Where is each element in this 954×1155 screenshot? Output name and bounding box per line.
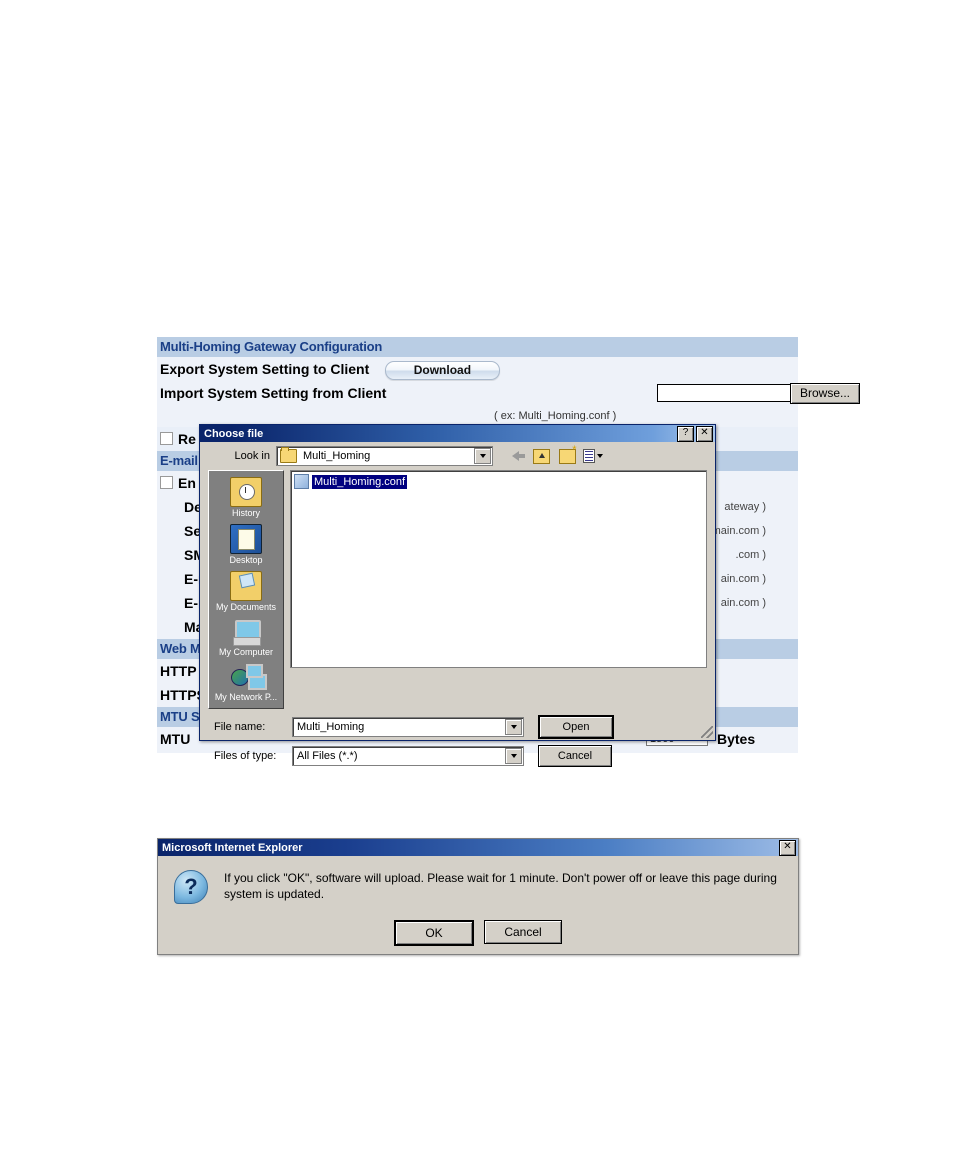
email-mail-test-label: Ma <box>184 619 204 635</box>
email-recipient1-note: ain.com ) <box>720 573 766 585</box>
place-my-network-places[interactable]: My Network P... <box>209 663 283 703</box>
ie-alert-title: Microsoft Internet Explorer <box>162 841 303 854</box>
close-icon[interactable]: ✕ <box>696 425 713 442</box>
place-label: Desktop <box>229 555 263 565</box>
chevron-down-icon[interactable] <box>505 719 522 735</box>
file-name-value: Multi_Homing <box>297 721 365 733</box>
ie-alert-message: If you click "OK", software will upload.… <box>224 871 777 901</box>
desktop-icon <box>230 524 262 554</box>
email-recipient1-label: E-r <box>184 571 204 587</box>
file-name-row: File name: Multi_Homing Open <box>208 715 707 739</box>
browse-button[interactable]: Browse... <box>790 383 860 404</box>
email-sender-note: main.com ) <box>711 525 766 537</box>
files-of-type-row: Files of type: All Files (*.*) Cancel <box>208 745 707 767</box>
file-name-field-label: File name: <box>214 721 266 733</box>
new-folder-icon[interactable] <box>557 444 577 465</box>
look-in-combo[interactable]: Multi_Homing <box>276 446 493 466</box>
places-bar: History Desktop My Documents My Computer… <box>208 470 284 709</box>
download-button[interactable]: Download <box>384 361 500 381</box>
back-icon[interactable] <box>505 447 525 465</box>
files-of-type-value: All Files (*.*) <box>297 750 358 762</box>
ie-alert-buttons: OK Cancel <box>158 920 798 946</box>
cancel-button[interactable]: Cancel <box>538 745 612 767</box>
cancel-button[interactable]: Cancel <box>484 920 562 944</box>
open-button[interactable]: Open <box>538 715 614 739</box>
look-in-label: Look in <box>234 450 270 462</box>
dialog-fields: File name: Multi_Homing Open Files of ty… <box>200 709 715 767</box>
http-label: HTTP <box>160 663 197 679</box>
email-enable-checkbox[interactable] <box>160 476 173 489</box>
resize-grip[interactable] <box>701 726 713 738</box>
place-history[interactable]: History <box>209 477 283 519</box>
chevron-down-icon[interactable] <box>474 448 491 464</box>
dialog-body: History Desktop My Documents My Computer… <box>200 470 715 709</box>
file-name-label: Multi_Homing.conf <box>312 474 408 489</box>
file-name-input[interactable]: Multi_Homing <box>292 717 524 737</box>
ie-alert-content: ? If you click "OK", software will uploa… <box>158 856 798 904</box>
place-desktop[interactable]: Desktop <box>209 524 283 566</box>
close-icon[interactable]: ✕ <box>779 839 796 856</box>
dialog-toolbar <box>505 444 603 465</box>
look-in-value: Multi_Homing <box>303 450 371 462</box>
conf-file-icon <box>294 474 309 489</box>
my-network-places-icon <box>231 663 263 691</box>
look-in-bar: Look in Multi_Homing <box>200 442 715 470</box>
import-setting-label: Import System Setting from Client <box>160 385 387 401</box>
mtu-unit-label: Bytes <box>717 731 756 747</box>
import-setting-row: Import System Setting from Client Browse… <box>157 381 860 405</box>
reset-factory-label: Re <box>178 431 196 447</box>
ok-button[interactable]: OK <box>394 920 474 946</box>
mtu-label: MTU <box>160 731 191 747</box>
history-folder-icon <box>230 477 262 507</box>
email-device-label: De <box>184 499 202 515</box>
my-computer-icon <box>231 618 261 646</box>
email-device-note: ateway ) <box>724 501 766 513</box>
export-setting-label: Export System Setting to Client <box>160 361 370 377</box>
place-my-documents[interactable]: My Documents <box>209 571 283 613</box>
my-documents-icon <box>230 571 262 601</box>
export-setting-row: Export System Setting to Client Download <box>157 357 798 381</box>
reset-factory-checkbox[interactable] <box>160 432 173 445</box>
place-label: History <box>231 508 260 518</box>
folder-icon <box>280 447 297 463</box>
email-smtp-note: .com ) <box>735 549 766 561</box>
views-icon[interactable] <box>583 447 603 465</box>
email-recipient2-label: E-r <box>184 595 204 611</box>
page-title: Multi-Homing Gateway Configuration <box>157 337 798 357</box>
place-label: My Documents <box>215 602 277 612</box>
files-of-type-label: Files of type: <box>214 750 277 762</box>
files-of-type-select[interactable]: All Files (*.*) <box>292 746 524 766</box>
list-item[interactable]: Multi_Homing.conf <box>294 474 408 489</box>
place-label: My Computer <box>218 647 273 657</box>
email-recipient2-note: ain.com ) <box>720 597 766 609</box>
up-one-level-icon[interactable] <box>531 447 551 465</box>
question-mark-icon: ? <box>174 870 208 904</box>
choose-file-dialog: Choose file ? ✕ Look in Multi_Homing His… <box>199 424 716 767</box>
place-my-computer[interactable]: My Computer <box>209 618 283 658</box>
chevron-down-icon[interactable] <box>505 748 522 764</box>
import-file-input[interactable] <box>657 384 807 402</box>
email-enable-label: En <box>178 475 196 491</box>
ie-alert-titlebar[interactable]: Microsoft Internet Explorer ✕ <box>158 839 798 856</box>
choose-file-titlebar[interactable]: Choose file ? ✕ <box>200 425 715 442</box>
ie-alert-dialog: Microsoft Internet Explorer ✕ ? If you c… <box>157 838 799 955</box>
place-label: My Network P... <box>214 692 278 702</box>
help-icon[interactable]: ? <box>677 425 694 442</box>
file-list[interactable]: Multi_Homing.conf <box>290 470 707 668</box>
choose-file-title: Choose file <box>204 427 264 440</box>
email-sender-label: Se <box>184 523 202 539</box>
